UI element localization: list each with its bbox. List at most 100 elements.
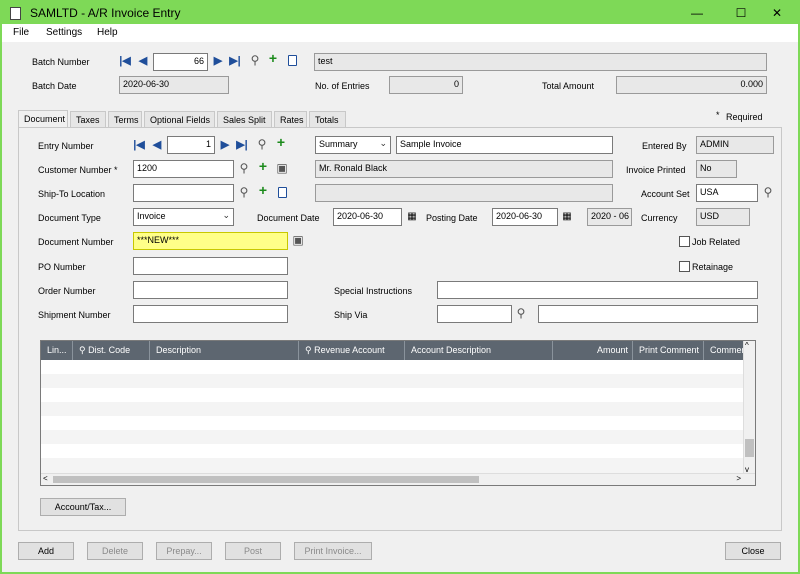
posting-date-field[interactable]: 2020-06-30 xyxy=(492,208,558,226)
menu-settings[interactable]: Settings xyxy=(46,27,82,38)
table-row[interactable] xyxy=(41,416,745,430)
ship-via-finder-icon[interactable]: ⚲ xyxy=(515,307,527,319)
close-window-button[interactable]: ✕ xyxy=(762,4,792,22)
document-date-field[interactable]: 2020-06-30 xyxy=(333,208,402,226)
first-entry-icon[interactable]: |◀ xyxy=(133,140,145,151)
close-button[interactable]: Close xyxy=(725,542,781,560)
column-description-header[interactable]: Description xyxy=(150,341,299,360)
table-row[interactable] xyxy=(41,430,745,444)
batch-description-field[interactable]: test xyxy=(314,53,767,71)
grid-horizontal-scrollbar[interactable]: < > xyxy=(41,473,755,485)
column-print-comment-header[interactable]: Print Comment xyxy=(633,341,704,360)
job-related-checkbox[interactable] xyxy=(679,236,690,247)
next-entry-icon[interactable]: ▶ xyxy=(219,140,231,151)
ship-to-finder-icon[interactable]: ⚲ xyxy=(238,186,250,198)
table-row[interactable] xyxy=(41,444,745,458)
print-invoice-button[interactable]: Print Invoice... xyxy=(294,542,372,560)
column-revenue-account-header[interactable]: ⚲ Revenue Account xyxy=(299,341,405,360)
window-title: SAMLTD - A/R Invoice Entry xyxy=(30,6,181,20)
table-row[interactable] xyxy=(41,374,745,388)
account-set-field[interactable]: USA xyxy=(696,184,758,202)
document-date-calendar-icon[interactable]: ▦ xyxy=(406,211,418,222)
entry-mode-select[interactable]: Summary ⌄ xyxy=(315,136,391,154)
detail-grid[interactable]: Lin... ⚲ Dist. Code Description ⚲ Revenu… xyxy=(40,340,756,486)
retainage-checkbox[interactable] xyxy=(679,261,690,272)
invoice-printed-field: No xyxy=(696,160,737,178)
account-set-finder-icon[interactable]: ⚲ xyxy=(762,186,774,198)
table-row[interactable] xyxy=(41,388,745,402)
posting-date-label: Posting Date xyxy=(426,213,478,223)
ship-via-field[interactable] xyxy=(437,305,512,323)
special-instructions-field[interactable] xyxy=(437,281,758,299)
maximize-button[interactable]: ☐ xyxy=(726,4,756,22)
column-amount-header[interactable]: Amount xyxy=(553,341,633,360)
new-entry-icon[interactable]: + xyxy=(275,135,287,149)
minimize-button[interactable]: — xyxy=(682,4,712,22)
tab-rates[interactable]: Rates xyxy=(274,111,307,128)
batch-number-field[interactable]: 66 xyxy=(153,53,208,71)
account-set-label: Account Set xyxy=(641,189,690,199)
document-zoom-icon[interactable]: ▣ xyxy=(292,234,304,246)
previous-entry-icon[interactable]: ◀ xyxy=(151,140,163,151)
document-number-field[interactable]: ***NEW*** xyxy=(133,232,288,250)
customer-number-field[interactable]: 1200 xyxy=(133,160,234,178)
entries-field: 0 xyxy=(389,76,463,94)
last-batch-icon[interactable]: ▶| xyxy=(229,56,241,67)
tab-totals[interactable]: Totals xyxy=(309,111,346,128)
tab-document[interactable]: Document xyxy=(18,110,68,128)
scroll-up-icon[interactable]: ^ xyxy=(745,341,749,350)
entry-number-field[interactable]: 1 xyxy=(167,136,215,154)
account-tax-button[interactable]: Account/Tax... xyxy=(40,498,126,516)
delete-button[interactable]: Delete xyxy=(87,542,143,560)
post-button[interactable]: Post xyxy=(225,542,281,560)
job-related-label: Job Related xyxy=(692,237,741,247)
entry-number-label: Entry Number xyxy=(38,141,94,151)
order-number-field[interactable] xyxy=(133,281,288,299)
next-batch-icon[interactable]: ▶ xyxy=(212,56,224,67)
previous-batch-icon[interactable]: ◀ xyxy=(137,56,149,67)
po-number-label: PO Number xyxy=(38,262,86,272)
first-batch-icon[interactable]: |◀ xyxy=(119,56,131,67)
menu-file[interactable]: File xyxy=(13,27,29,38)
column-account-description-header[interactable]: Account Description xyxy=(405,341,553,360)
entry-finder-icon[interactable]: ⚲ xyxy=(256,138,268,150)
column-line-header[interactable]: Lin... xyxy=(41,341,73,360)
column-dist-code-header[interactable]: ⚲ Dist. Code xyxy=(73,341,150,360)
batch-document-icon[interactable] xyxy=(288,55,297,66)
tab-sales-split[interactable]: Sales Split xyxy=(217,111,272,128)
scroll-left-icon[interactable]: < xyxy=(43,474,48,483)
menu-help[interactable]: Help xyxy=(97,27,118,38)
scrollbar-thumb[interactable] xyxy=(745,439,754,457)
document-type-label: Document Type xyxy=(38,213,101,223)
horizontal-scrollbar-thumb[interactable] xyxy=(53,476,479,483)
customer-zoom-icon[interactable]: ▣ xyxy=(276,162,288,174)
tab-terms[interactable]: Terms xyxy=(108,111,142,128)
ship-to-field[interactable] xyxy=(133,184,234,202)
last-entry-icon[interactable]: ▶| xyxy=(236,140,248,151)
ship-to-document-icon[interactable] xyxy=(278,187,287,198)
column-comment-header[interactable]: Commen xyxy=(704,341,745,360)
tab-taxes[interactable]: Taxes xyxy=(70,111,106,128)
po-number-field[interactable] xyxy=(133,257,288,275)
add-button[interactable]: Add xyxy=(18,542,74,560)
entries-label: No. of Entries xyxy=(315,81,370,91)
table-row[interactable] xyxy=(41,458,745,474)
posting-date-calendar-icon[interactable]: ▦ xyxy=(561,211,573,222)
scroll-right-icon[interactable]: > xyxy=(736,474,741,483)
search-icon: ⚲ xyxy=(305,345,312,355)
prepay-button[interactable]: Prepay... xyxy=(156,542,212,560)
new-batch-icon[interactable]: + xyxy=(267,51,279,65)
customer-finder-icon[interactable]: ⚲ xyxy=(238,162,250,174)
shipment-number-field[interactable] xyxy=(133,305,288,323)
chevron-down-icon: ⌄ xyxy=(379,138,387,148)
new-ship-to-icon[interactable]: + xyxy=(257,183,269,197)
tab-optional-fields[interactable]: Optional Fields xyxy=(144,111,215,128)
document-type-select[interactable]: Invoice ⌄ xyxy=(133,208,234,226)
table-row[interactable] xyxy=(41,360,745,374)
new-customer-icon[interactable]: + xyxy=(257,159,269,173)
batch-finder-icon[interactable]: ⚲ xyxy=(249,54,261,66)
ship-via-description-field[interactable] xyxy=(538,305,758,323)
table-row[interactable] xyxy=(41,402,745,416)
entry-description-field[interactable]: Sample Invoice xyxy=(396,136,613,154)
grid-vertical-scrollbar[interactable]: ^ v xyxy=(743,341,755,474)
